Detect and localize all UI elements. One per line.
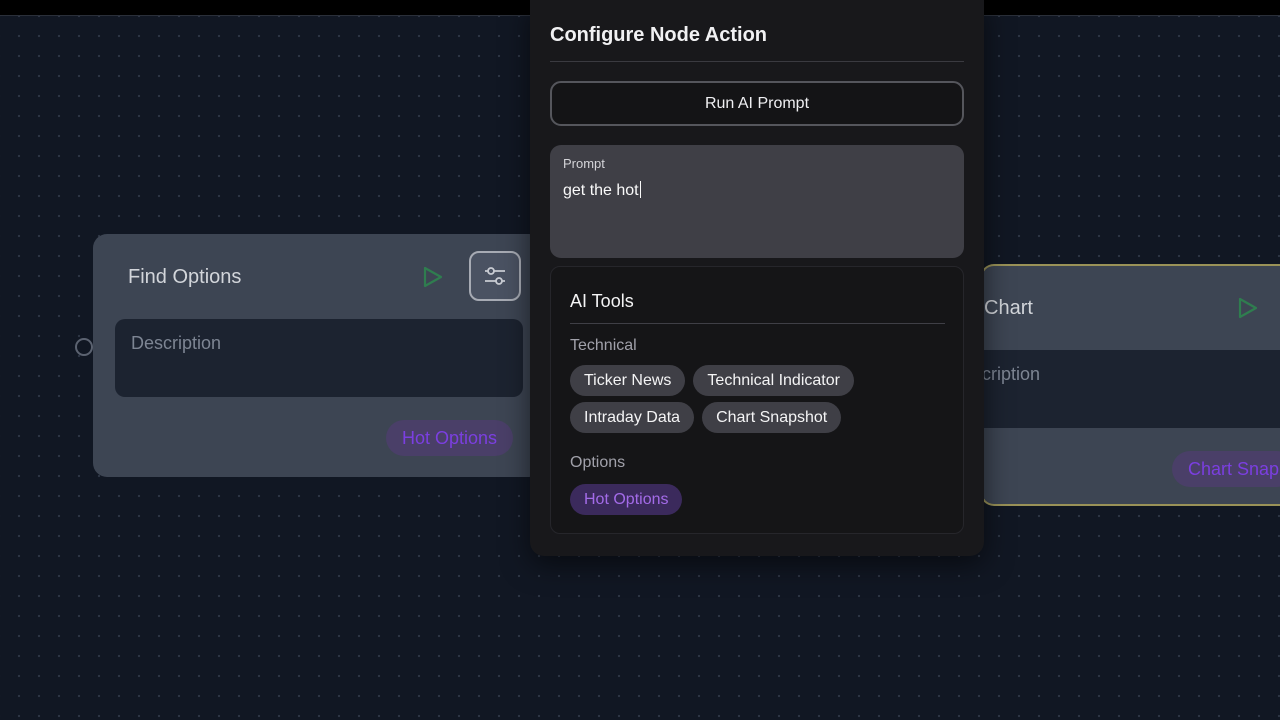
node-chart[interactable]: Chart cription Chart Snap [980,264,1280,506]
prompt-label: Prompt [563,156,605,171]
tool-pill-technical-indicator[interactable]: Technical Indicator [693,365,854,396]
divider [570,323,945,324]
description-field[interactable]: cription [982,350,1280,428]
ai-tools-title: AI Tools [570,291,634,311]
node-find-options[interactable]: Find Options Description Hot Options [93,234,543,477]
tool-pill-chart-snapshot[interactable]: Chart Snapshot [702,402,842,433]
sliders-icon [485,267,505,285]
options-tools-row: Hot Options [570,484,683,515]
node-input-handle[interactable] [75,338,93,356]
prompt-value: get the hot [563,181,641,200]
run-ai-prompt-button[interactable]: Run AI Prompt [550,81,964,126]
configure-node-panel: Configure Node Action Run AI Prompt Prom… [530,0,984,556]
description-placeholder: Description [131,333,222,353]
description-placeholder: cription [982,364,1041,384]
play-icon[interactable] [419,264,445,290]
ai-tools-section: AI Tools Technical Ticker News Technical… [550,266,964,534]
section-label-technical: Technical [570,337,637,354]
node-title: Chart [984,297,1033,319]
technical-tools-row-1: Ticker News Technical Indicator [570,365,854,396]
technical-tools-row-2: Intraday Data Chart Snapshot [570,402,842,433]
text-caret [639,181,641,198]
tool-pill-intraday-data[interactable]: Intraday Data [570,402,695,433]
node-title: Find Options [128,266,242,288]
prompt-text: get the hot [563,182,639,199]
prompt-textarea[interactable]: Prompt get the hot [550,145,964,258]
node-tool-tag: Hot Options [386,420,514,456]
tool-pill-hot-options[interactable]: Hot Options [570,484,683,515]
tool-pill-ticker-news[interactable]: Ticker News [570,365,686,396]
panel-title: Configure Node Action [550,24,768,46]
node-tool-tag: Chart Snap [1172,451,1280,487]
play-icon[interactable] [1234,295,1260,321]
divider [550,61,964,62]
section-label-options: Options [570,454,626,471]
node-settings-button[interactable] [469,251,521,301]
description-field[interactable]: Description [115,319,523,397]
